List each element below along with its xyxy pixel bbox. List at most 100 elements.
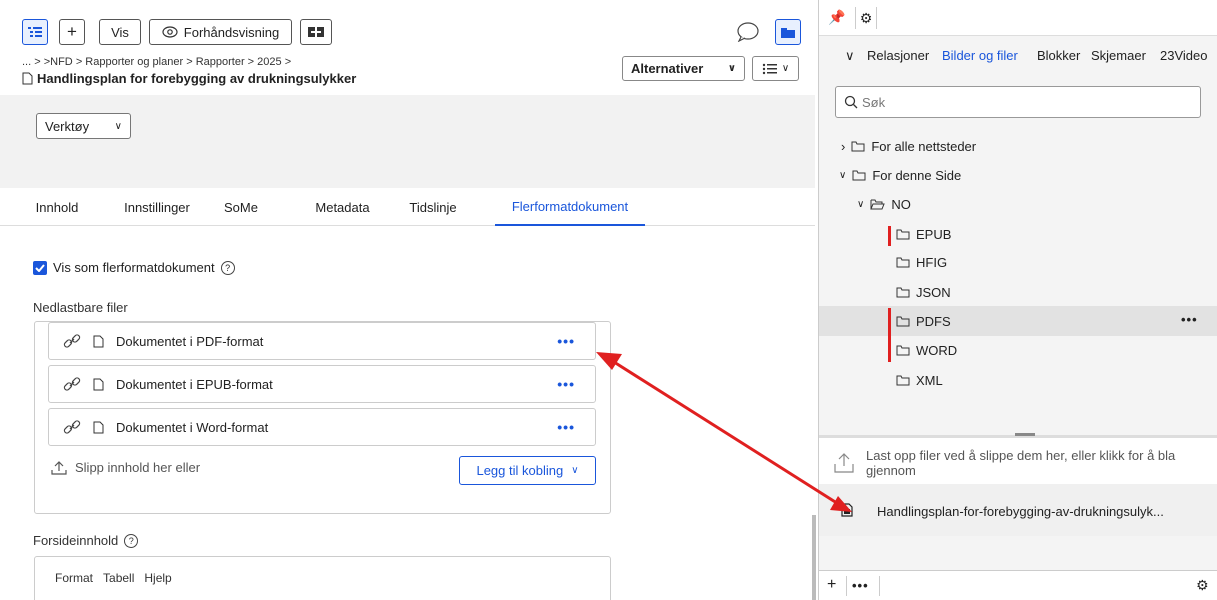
add-link-label: Legg til kobling (476, 463, 564, 478)
pdf-file-icon (841, 503, 853, 517)
document-icon (93, 335, 104, 347)
assets-tabs: ∨ Relasjoner Bilder og filer Blokker Skj… (819, 40, 1217, 72)
tree-item-label: XML (916, 372, 943, 388)
breadcrumb-item[interactable]: Rapporter (196, 56, 245, 68)
upload-text: Last opp filer ved å slippe dem her, ell… (866, 448, 1176, 478)
preview-button[interactable]: Forhåndsvisning (149, 19, 292, 45)
gear-icon[interactable]: ⚙ (855, 7, 877, 29)
tools-area: Verktøy ∨ (0, 95, 815, 188)
tab-skjemaer[interactable]: Skjemaer (1091, 48, 1146, 63)
help-icon[interactable]: ? (220, 260, 235, 275)
view-mode-dropdown[interactable]: ∨ (752, 56, 799, 81)
tree-item-label: PDFS (916, 313, 951, 329)
tree-toggle-button[interactable] (22, 19, 48, 45)
plus-icon[interactable]: + (827, 576, 836, 594)
list-icon (762, 63, 777, 74)
menu-format[interactable]: Format (55, 571, 93, 585)
more-icon[interactable]: ••• (557, 333, 575, 349)
folder-icon (896, 316, 910, 326)
breadcrumb-separator: > (284, 56, 292, 68)
assets-footer: + ••• ⚙ (819, 570, 1217, 600)
tree-item-no[interactable]: ∨ NO (857, 193, 911, 215)
tree-item-label: For alle nettsteder (871, 138, 977, 154)
search-input[interactable]: Søk (835, 86, 1201, 118)
file-list-item[interactable]: Handlingsplan-for-forebygging-av-druknin… (819, 484, 1217, 536)
download-file-row[interactable]: Dokumentet i EPUB-format ••• (48, 365, 596, 403)
tab-relasjoner[interactable]: Relasjoner (867, 48, 929, 63)
tab-bilder-og-filer[interactable]: Bilder og filer (942, 48, 1018, 63)
chevron-down-icon[interactable]: ∨ (845, 48, 855, 64)
download-file-name: Dokumentet i EPUB-format (116, 376, 273, 392)
options-dropdown[interactable]: Alternativer ∨ (622, 56, 745, 81)
front-content-label-text: Forsideinnhold (33, 533, 119, 548)
tree-item-all-sites[interactable]: › For alle nettsteder (841, 135, 976, 157)
tab-blokker[interactable]: Blokker (1037, 48, 1080, 63)
tree-folder-word[interactable]: WORD (896, 339, 957, 361)
more-icon[interactable]: ••• (852, 578, 869, 593)
folder-icon (896, 287, 910, 297)
pin-icon[interactable]: 📌 (828, 9, 845, 26)
annotation-marker (888, 308, 891, 362)
assets-pane-header: 📌 ⚙ (819, 0, 1217, 36)
menu-help[interactable]: Hjelp (144, 571, 171, 585)
add-button[interactable]: + (59, 19, 85, 45)
breadcrumb-separator: > (75, 56, 86, 68)
tab-some[interactable]: SoMe (216, 188, 266, 226)
download-file-row[interactable]: Dokumentet i PDF-format ••• (48, 322, 596, 360)
breadcrumb-item[interactable]: Rapporter og planer (85, 56, 183, 68)
drop-hint-text: Slipp innhold her eller (75, 460, 201, 475)
tools-dropdown[interactable]: Verktøy ∨ (36, 113, 131, 139)
chevron-right-icon: › (841, 138, 846, 154)
menu-table[interactable]: Tabell (103, 571, 134, 585)
tab-innstillinger[interactable]: Innstillinger (112, 188, 202, 226)
selected-tree-row (819, 306, 1217, 336)
scrollbar[interactable] (812, 515, 816, 600)
tab-tidslinje[interactable]: Tidslinje (398, 188, 468, 226)
plus-icon: + (67, 22, 77, 41)
tab-metadata[interactable]: Metadata (305, 188, 380, 226)
upload-icon (51, 460, 67, 475)
tab-flerformatdokument[interactable]: Flerformatdokument (495, 188, 645, 226)
folder-icon (852, 170, 866, 180)
drop-zone[interactable]: Slipp innhold her eller (51, 460, 200, 475)
chevron-down-icon: ∨ (839, 169, 847, 181)
tree-folder-json[interactable]: JSON (896, 281, 951, 303)
file-name: Handlingsplan-for-forebygging-av-druknin… (877, 504, 1164, 519)
add-link-button[interactable]: Legg til kobling ∨ (459, 456, 596, 485)
tree-folder-epub[interactable]: EPUB (896, 223, 951, 245)
download-file-row[interactable]: Dokumentet i Word-format ••• (48, 408, 596, 446)
more-icon[interactable]: ••• (1181, 312, 1198, 327)
comment-icon[interactable] (736, 22, 760, 42)
assets-panel-button[interactable] (775, 19, 801, 45)
compare-button[interactable] (300, 19, 332, 45)
breadcrumb-ellipsis[interactable]: ... (22, 56, 31, 68)
upload-dropzone[interactable]: Last opp filer ved å slippe dem her, ell… (819, 438, 1217, 484)
breadcrumb-separator: > (34, 56, 44, 68)
tree-item-label: NO (891, 196, 911, 212)
help-icon[interactable]: ? (124, 533, 139, 548)
view-button[interactable]: Vis (99, 19, 141, 45)
more-icon[interactable]: ••• (557, 376, 575, 392)
document-icon (93, 378, 104, 390)
tree-folder-pdfs[interactable]: PDFS (896, 310, 951, 332)
page-title: Handlingsplan for forebygging av druknin… (22, 71, 356, 86)
page-title-text: Handlingsplan for forebygging av druknin… (37, 71, 357, 86)
folder-icon (896, 229, 910, 239)
link-icon (63, 420, 81, 434)
gear-icon[interactable]: ⚙ (1196, 577, 1209, 594)
splitter-handle[interactable] (1015, 433, 1035, 436)
tree-folder-hfig[interactable]: HFIG (896, 251, 947, 273)
tab-23video[interactable]: 23Video (1160, 48, 1207, 63)
breadcrumb-item[interactable]: 2025 (257, 56, 281, 68)
downloads-label: Nedlastbare filer (33, 300, 128, 315)
breadcrumb-item[interactable]: >NFD (44, 56, 73, 68)
tab-innhold[interactable]: Innhold (22, 188, 92, 226)
more-icon[interactable]: ••• (557, 419, 575, 435)
rich-text-editor[interactable]: Format Tabell Hjelp (34, 556, 611, 600)
editor-header: + Vis Forhåndsvisning ... > >NFD > Rappo… (0, 0, 815, 95)
multiformat-checkbox[interactable] (33, 260, 47, 275)
document-icon (93, 421, 104, 433)
eye-icon (162, 26, 178, 38)
tree-item-this-page[interactable]: ∨ For denne Side (839, 164, 961, 186)
tree-folder-xml[interactable]: XML (896, 369, 943, 391)
